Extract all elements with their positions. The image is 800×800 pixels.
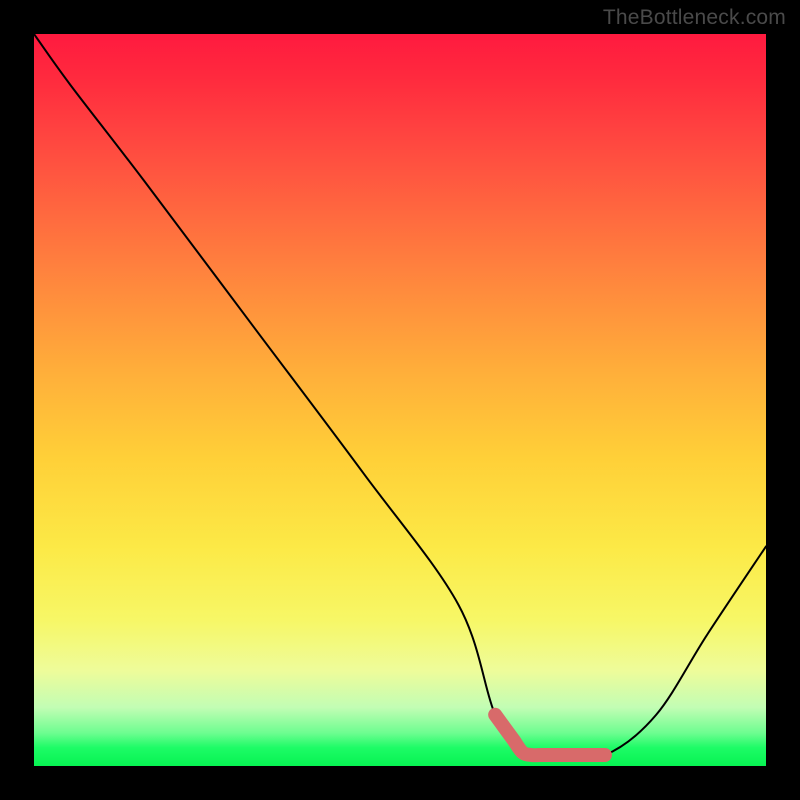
chart-plot-area (34, 34, 766, 766)
bottleneck-curve-highlight (495, 715, 605, 755)
watermark-text: TheBottleneck.com (603, 6, 786, 30)
bottleneck-curve-line (34, 34, 766, 758)
chart-svg (34, 34, 766, 766)
